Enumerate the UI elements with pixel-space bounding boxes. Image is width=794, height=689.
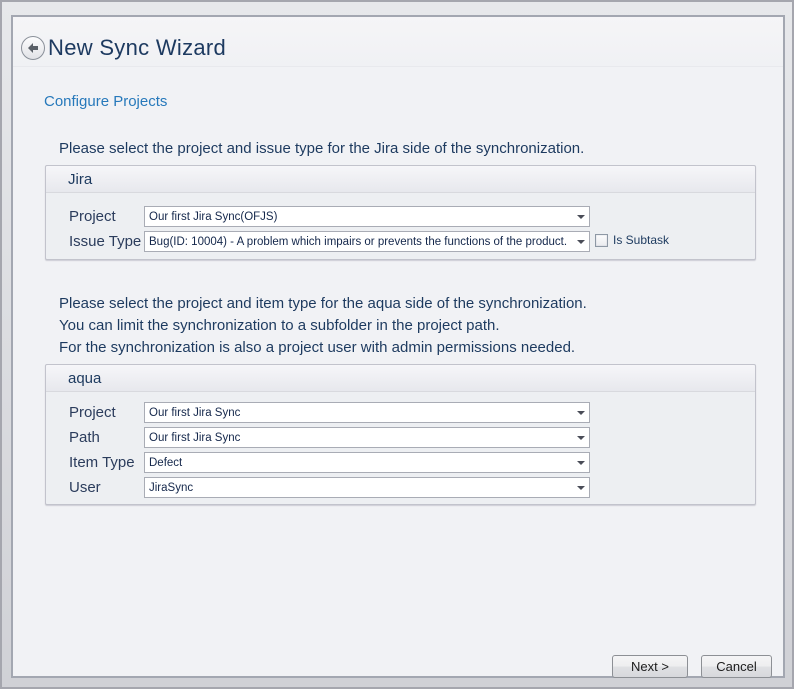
configure-projects-heading: Configure Projects bbox=[44, 93, 167, 110]
wizard-frame: New Sync Wizard Configure Projects Pleas… bbox=[11, 15, 785, 678]
jira-project-combobox[interactable]: Our first Jira Sync(OFJS) bbox=[144, 206, 590, 227]
jira-project-label: Project bbox=[69, 206, 116, 227]
dropdown-arrow-icon bbox=[572, 232, 589, 251]
dropdown-arrow-icon bbox=[572, 428, 589, 447]
window-chrome: New Sync Wizard Configure Projects Pleas… bbox=[0, 0, 794, 689]
aqua-intro-line-3: For the synchronization is also a projec… bbox=[59, 337, 587, 359]
aqua-path-combobox[interactable]: Our first Jira Sync bbox=[144, 427, 590, 448]
aqua-item-type-label: Item Type bbox=[69, 452, 135, 473]
jira-groupbox: Jira Project Our first Jira Sync(OFJS) I… bbox=[45, 165, 756, 260]
is-subtask-checkbox[interactable] bbox=[595, 234, 608, 247]
jira-intro-text: Please select the project and issue type… bbox=[59, 138, 584, 160]
back-arrow-icon bbox=[27, 42, 39, 54]
dropdown-arrow-icon bbox=[572, 478, 589, 497]
aqua-intro-line-2: You can limit the synchronization to a s… bbox=[59, 315, 587, 337]
jira-issue-type-combobox[interactable]: Bug(ID: 10004) - A problem which impairs… bbox=[144, 231, 590, 252]
aqua-project-combobox[interactable]: Our first Jira Sync bbox=[144, 402, 590, 423]
aqua-project-label: Project bbox=[69, 402, 116, 423]
cancel-button[interactable]: Cancel bbox=[701, 655, 772, 678]
aqua-group-header: aqua bbox=[46, 365, 755, 392]
aqua-intro-text: Please select the project and item type … bbox=[59, 293, 587, 359]
is-subtask-label: Is Subtask bbox=[613, 232, 669, 249]
aqua-user-combobox[interactable]: JiraSync bbox=[144, 477, 590, 498]
back-button[interactable] bbox=[21, 36, 45, 60]
aqua-project-value: Our first Jira Sync bbox=[145, 407, 572, 419]
page-title: New Sync Wizard bbox=[48, 33, 226, 63]
next-button[interactable]: Next > bbox=[612, 655, 688, 678]
wizard-header: New Sync Wizard bbox=[13, 17, 783, 67]
aqua-user-value: JiraSync bbox=[145, 482, 572, 494]
dropdown-arrow-icon bbox=[572, 453, 589, 472]
aqua-intro-line-1: Please select the project and item type … bbox=[59, 293, 587, 315]
aqua-user-label: User bbox=[69, 477, 101, 498]
jira-group-title: Jira bbox=[68, 171, 92, 188]
aqua-path-value: Our first Jira Sync bbox=[145, 432, 572, 444]
dropdown-arrow-icon bbox=[572, 403, 589, 422]
aqua-path-label: Path bbox=[69, 427, 100, 448]
aqua-group-title: aqua bbox=[68, 370, 101, 387]
aqua-item-type-value: Defect bbox=[145, 457, 572, 469]
jira-group-header: Jira bbox=[46, 166, 755, 193]
jira-issue-type-value: Bug(ID: 10004) - A problem which impairs… bbox=[145, 236, 572, 248]
jira-project-value: Our first Jira Sync(OFJS) bbox=[145, 211, 572, 223]
aqua-groupbox: aqua Project Our first Jira Sync Path Ou… bbox=[45, 364, 756, 505]
jira-issue-type-label: Issue Type bbox=[69, 231, 141, 252]
aqua-item-type-combobox[interactable]: Defect bbox=[144, 452, 590, 473]
dropdown-arrow-icon bbox=[572, 207, 589, 226]
